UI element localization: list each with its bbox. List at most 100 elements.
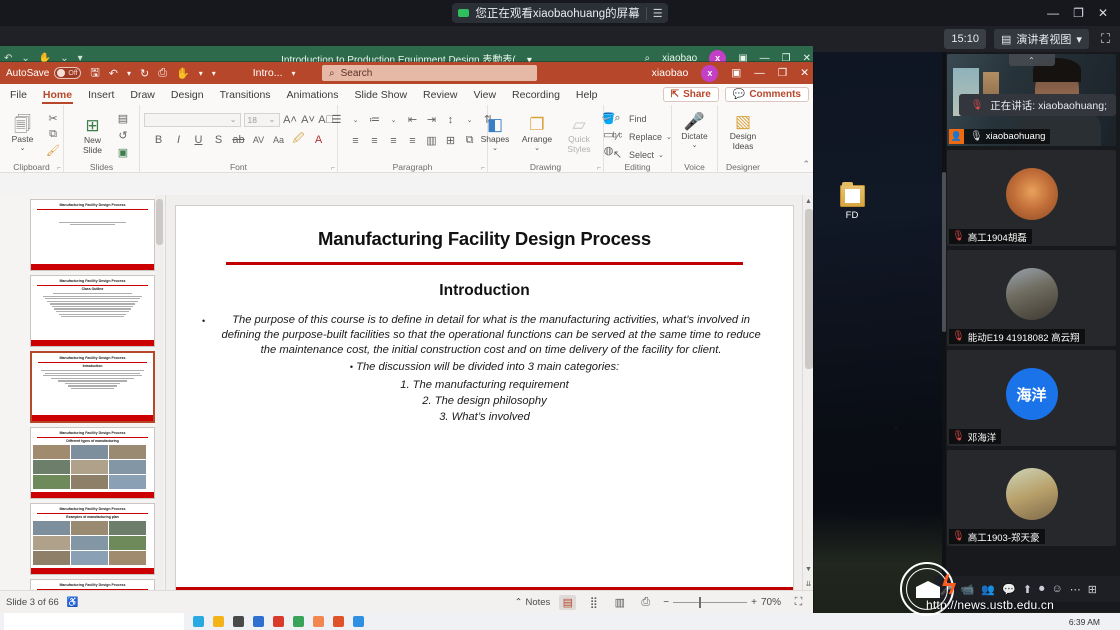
- dialog-launcher-drawing[interactable]: ⌐: [597, 163, 601, 172]
- thumbnail-scrollbar-thumb[interactable]: [156, 199, 163, 245]
- redo-icon[interactable]: ↻: [140, 67, 149, 80]
- chevron-down-icon[interactable]: ⌄: [492, 144, 498, 154]
- normal-view-button[interactable]: ▤: [559, 594, 577, 610]
- chevron-down-icon[interactable]: ⌄: [20, 144, 26, 154]
- slide-heading[interactable]: Introduction: [176, 282, 793, 300]
- slide-show-button[interactable]: ⎙: [637, 595, 654, 610]
- decrease-indent-button[interactable]: ⇤: [405, 112, 420, 127]
- taskbar-icon-1[interactable]: [193, 616, 204, 627]
- participant-tile[interactable]: 🎙 能动E19 41918082 高云翔: [947, 250, 1116, 346]
- copy-icon[interactable]: ⧉: [46, 127, 61, 142]
- bold-button[interactable]: B: [151, 132, 166, 147]
- canvas-scrollbar-thumb[interactable]: [805, 209, 813, 369]
- increase-font-size-button[interactable]: A˄: [283, 112, 298, 127]
- taskbar-icon-2[interactable]: [213, 616, 224, 627]
- zoom-in-button[interactable]: +: [751, 597, 757, 608]
- ribbon-tab-insert[interactable]: Insert: [80, 86, 122, 104]
- character-spacing-button[interactable]: AV: [251, 132, 266, 147]
- screen-share-banner[interactable]: 您正在观看xiaobaohuang的屏幕 ☰: [452, 3, 668, 23]
- justify-button[interactable]: ≡: [405, 133, 420, 148]
- chevron-down-icon[interactable]: ▾: [127, 69, 131, 78]
- change-case-button[interactable]: Aa: [271, 132, 286, 147]
- document-name[interactable]: Intro...: [253, 67, 283, 79]
- shapes-button[interactable]: ◧ Shapes ⌄: [475, 115, 515, 154]
- scroll-down-icon[interactable]: ▼: [803, 563, 814, 576]
- taskbar-icon-8[interactable]: [333, 616, 344, 627]
- canvas-vertical-scrollbar[interactable]: ▲ ▼ ⇊: [802, 195, 813, 590]
- comments-button[interactable]: 💬 Comments: [724, 87, 809, 102]
- minimize-button[interactable]: —: [754, 67, 765, 79]
- text-highlight-icon[interactable]: 🖉: [291, 132, 306, 147]
- notes-button[interactable]: ⌃ Notes: [515, 597, 551, 608]
- touch-mode-icon[interactable]: ✋: [176, 67, 190, 80]
- share-button[interactable]: ⇱ Share: [662, 87, 719, 102]
- find-button[interactable]: Find: [629, 114, 647, 124]
- scroll-up-icon[interactable]: ▲: [803, 195, 814, 208]
- autosave-toggle[interactable]: AutoSave Off: [6, 67, 82, 79]
- chevron-down-icon[interactable]: ⌄: [658, 151, 664, 159]
- ribbon-tab-slide-show[interactable]: Slide Show: [347, 86, 416, 104]
- slide-thumbnail-pane[interactable]: 1Manufacturing Facility Design Process2M…: [0, 195, 166, 590]
- record-button[interactable]: ⏺: [1039, 583, 1045, 596]
- slide-title[interactable]: Manufacturing Facility Design Process: [176, 228, 793, 250]
- maximize-button[interactable]: ❐: [778, 67, 787, 79]
- increase-indent-button[interactable]: ⇥: [424, 112, 439, 127]
- underline-button[interactable]: U: [191, 132, 206, 147]
- dictate-button[interactable]: 🎤 Dictate ⌄: [675, 112, 715, 151]
- line-spacing-button[interactable]: ↕: [443, 112, 458, 127]
- align-right-button[interactable]: ≡: [386, 133, 401, 148]
- document-name-caret-icon[interactable]: ▾: [292, 69, 296, 78]
- reactions-button[interactable]: ☺: [1052, 583, 1063, 595]
- strikethrough-button[interactable]: ab: [231, 132, 246, 147]
- more-button[interactable]: ⋯: [1070, 583, 1081, 596]
- rail-scrollbar-thumb[interactable]: [942, 172, 946, 332]
- ribbon-tab-draw[interactable]: Draw: [122, 86, 163, 104]
- paste-button[interactable]: 🗐 Paste ⌄: [3, 115, 43, 154]
- ribbon-tab-review[interactable]: Review: [415, 86, 465, 104]
- zoom-out-button[interactable]: −: [663, 597, 669, 608]
- slide-thumbnail-2[interactable]: 2Manufacturing Facility Design ProcessCl…: [30, 275, 155, 347]
- participant-tile[interactable]: 🎙 高工1904胡磊: [947, 150, 1116, 246]
- zoom-meeting-control-bar[interactable]: 🎤 📹 👥 💬 ⬆ ⏺ ☺ ⋯ ⊞: [934, 576, 1120, 602]
- decrease-font-size-button[interactable]: A˅: [301, 112, 316, 127]
- scissors-icon[interactable]: ✂: [46, 111, 61, 126]
- align-text-button[interactable]: ⊞: [443, 133, 458, 148]
- taskbar-icon-6[interactable]: [293, 616, 304, 627]
- desktop-folder-fd[interactable]: FD: [832, 182, 872, 221]
- slide-sorter-button[interactable]: ⣿: [585, 595, 602, 610]
- columns-button[interactable]: ▥: [424, 133, 439, 148]
- chevron-down-icon[interactable]: ⌄: [386, 112, 401, 127]
- layout-icon[interactable]: ▤: [116, 111, 131, 126]
- chevron-down-icon[interactable]: ⌄: [348, 112, 363, 127]
- video-button[interactable]: 📹: [961, 583, 975, 596]
- slide-thumbnail-6[interactable]: 6Manufacturing Facility Design ProcessDi…: [30, 579, 155, 590]
- undo-icon[interactable]: ↶: [109, 67, 118, 80]
- view-switch-button[interactable]: ▤ 演讲者视图 ▾: [993, 29, 1089, 49]
- search-box[interactable]: ⌕ Search: [322, 65, 537, 81]
- select-button[interactable]: Select: [629, 150, 654, 160]
- zoom-slider-handle[interactable]: [699, 596, 702, 608]
- chat-button[interactable]: 💬: [1002, 583, 1016, 596]
- more-commands-icon[interactable]: ▾: [212, 69, 216, 78]
- fullscreen-icon[interactable]: ⛶: [1097, 31, 1114, 47]
- dialog-launcher-clipboard[interactable]: ⌐: [57, 163, 61, 172]
- collapse-rail-icon[interactable]: ⌃: [1008, 54, 1055, 66]
- chevron-down-icon[interactable]: ▾: [199, 69, 203, 78]
- windows-taskbar[interactable]: 6:39 AM: [0, 613, 1120, 630]
- accessibility-icon[interactable]: ♿: [67, 597, 79, 608]
- dialog-launcher-font[interactable]: ⌐: [331, 163, 335, 172]
- autosave-switch[interactable]: Off: [54, 67, 82, 79]
- align-center-button[interactable]: ≡: [367, 133, 382, 148]
- chevron-down-icon[interactable]: ⌄: [534, 144, 540, 154]
- save-icon[interactable]: 🖫: [90, 64, 99, 83]
- chevron-down-icon[interactable]: ⌄: [692, 141, 698, 151]
- arrange-button[interactable]: ❐ Arrange ⌄: [517, 115, 557, 154]
- format-painter-icon[interactable]: 🖌: [46, 143, 61, 158]
- slide-canvas[interactable]: Manufacturing Facility Design Process In…: [175, 205, 794, 609]
- ribbon-tab-file[interactable]: File: [2, 86, 35, 104]
- replace-button[interactable]: Replace: [629, 132, 662, 142]
- participants-button[interactable]: 👥: [981, 583, 995, 596]
- ribbon-tab-transitions[interactable]: Transitions: [212, 86, 279, 104]
- zoom-slider[interactable]: − + 70%: [663, 596, 781, 608]
- taskbar-icon-9[interactable]: [353, 616, 364, 627]
